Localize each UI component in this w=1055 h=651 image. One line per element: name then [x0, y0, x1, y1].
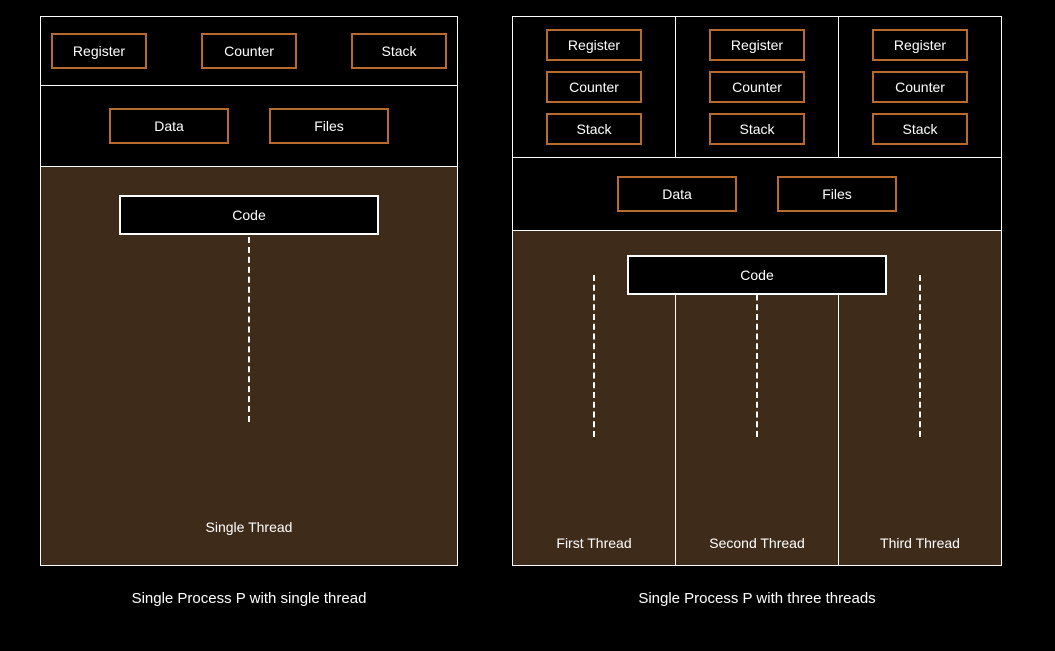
- code-box: Code: [627, 255, 887, 295]
- thread-line-icon: [593, 275, 595, 437]
- diagram-stage: Register Counter Stack Data Files Code S…: [0, 0, 1055, 566]
- thread-lane-0: First Thread: [513, 255, 676, 565]
- stack-box: Stack: [872, 113, 968, 145]
- thread-col-2: Register Counter Stack: [839, 17, 1001, 157]
- counter-box: Counter: [201, 33, 297, 69]
- left-top-row: Register Counter Stack: [41, 17, 457, 86]
- data-box: Data: [109, 108, 229, 144]
- thread-col-0: Register Counter Stack: [513, 17, 676, 157]
- register-box: Register: [546, 29, 642, 61]
- captions-row: Single Process P with single thread Sing…: [0, 566, 1055, 607]
- thread-label-2: Third Thread: [839, 535, 1001, 551]
- right-top-cols: Register Counter Stack Register Counter …: [513, 17, 1001, 158]
- files-box: Files: [269, 108, 389, 144]
- single-thread-panel: Register Counter Stack Data Files Code S…: [40, 16, 458, 566]
- left-caption: Single Process P with single thread: [40, 590, 458, 607]
- thread-line-icon: [248, 237, 250, 422]
- right-mid-row: Data Files: [513, 158, 1001, 231]
- register-box: Register: [51, 33, 147, 69]
- multi-thread-panel: Register Counter Stack Register Counter …: [512, 16, 1002, 566]
- thread-line-icon: [756, 275, 758, 437]
- thread-line-icon: [919, 275, 921, 437]
- thread-col-1: Register Counter Stack: [676, 17, 839, 157]
- counter-box: Counter: [546, 71, 642, 103]
- thread-lane-1: Second Thread: [676, 255, 839, 565]
- files-box: Files: [777, 176, 897, 212]
- thread-label-0: First Thread: [513, 535, 675, 551]
- right-caption: Single Process P with three threads: [512, 590, 1002, 607]
- thread-lane-2: Third Thread: [839, 255, 1001, 565]
- counter-box: Counter: [872, 71, 968, 103]
- data-box: Data: [617, 176, 737, 212]
- counter-box: Counter: [709, 71, 805, 103]
- single-thread-label: Single Thread: [41, 519, 457, 535]
- left-thread-region: Code Single Thread: [41, 167, 457, 565]
- left-mid-row: Data Files: [41, 86, 457, 167]
- stack-box: Stack: [351, 33, 447, 69]
- register-box: Register: [872, 29, 968, 61]
- thread-label-1: Second Thread: [676, 535, 838, 551]
- register-box: Register: [709, 29, 805, 61]
- stack-box: Stack: [546, 113, 642, 145]
- stack-box: Stack: [709, 113, 805, 145]
- code-box: Code: [119, 195, 379, 235]
- right-threads-region: Code First Thread Second Thread Third Th…: [513, 231, 1001, 565]
